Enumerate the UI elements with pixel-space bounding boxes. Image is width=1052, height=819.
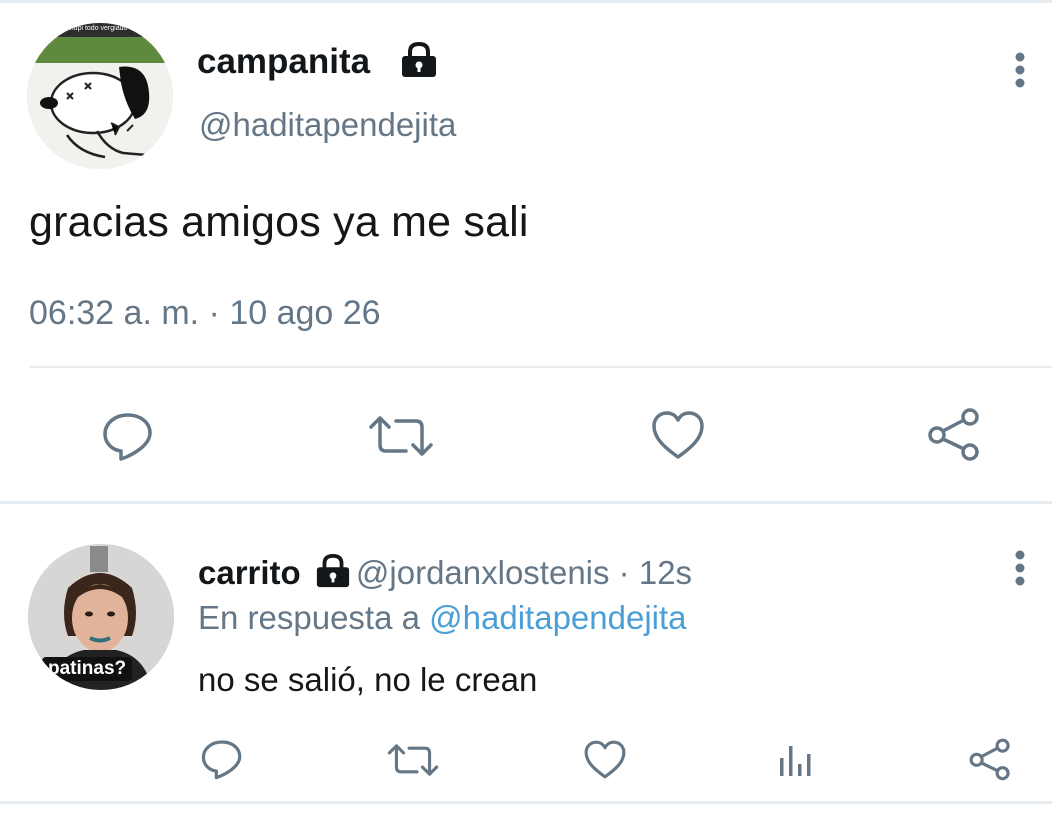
share-icon[interactable]	[924, 404, 984, 464]
like-icon[interactable]	[648, 406, 708, 464]
in-reply-prefix: En respuesta a	[198, 599, 430, 636]
avatar[interactable]: el esnupi todo vergiado	[27, 23, 173, 169]
tweet-timestamp[interactable]: 06:32 a. m. · 10 ago 26	[29, 294, 381, 333]
retweet-icon[interactable]	[368, 408, 434, 464]
reply-handle[interactable]: @jordanxlostenis	[356, 554, 610, 591]
reply-icon[interactable]	[98, 406, 158, 466]
like-icon[interactable]	[581, 737, 629, 781]
reply-text: no se salió, no le crean	[198, 661, 538, 698]
reply-icon[interactable]	[198, 737, 246, 781]
top-border	[0, 0, 1052, 3]
section-divider	[0, 501, 1052, 504]
lock-icon	[314, 553, 352, 589]
divider	[29, 366, 1052, 368]
avatar-caption: patinas?	[42, 657, 133, 681]
reply-header: carrito @jordanxlostenis · 12s	[198, 554, 692, 593]
mention-link[interactable]: @haditapendejita	[429, 599, 686, 636]
avatar-caption: el esnupi todo vergiado	[55, 25, 128, 32]
analytics-icon[interactable]	[774, 738, 816, 782]
lock-icon	[399, 41, 439, 79]
share-icon[interactable]	[966, 736, 1014, 782]
snoopy-avatar-image	[27, 23, 173, 169]
bottom-divider	[0, 801, 1052, 804]
display-name[interactable]: campanita	[197, 42, 370, 82]
reply-avatar[interactable]: patinas?	[28, 544, 174, 690]
tweet-text: gracias amigos ya me sali	[29, 198, 529, 246]
handle[interactable]: @haditapendejita	[199, 106, 456, 144]
more-options-icon[interactable]	[1004, 548, 1036, 588]
more-options-icon[interactable]	[1004, 50, 1036, 90]
in-reply-to: En respuesta a @haditapendejita	[198, 599, 687, 637]
retweet-icon[interactable]	[386, 739, 440, 781]
reply-time[interactable]: 12s	[639, 554, 692, 591]
reply-display-name[interactable]: carrito	[198, 554, 301, 591]
separator: ·	[609, 554, 639, 591]
